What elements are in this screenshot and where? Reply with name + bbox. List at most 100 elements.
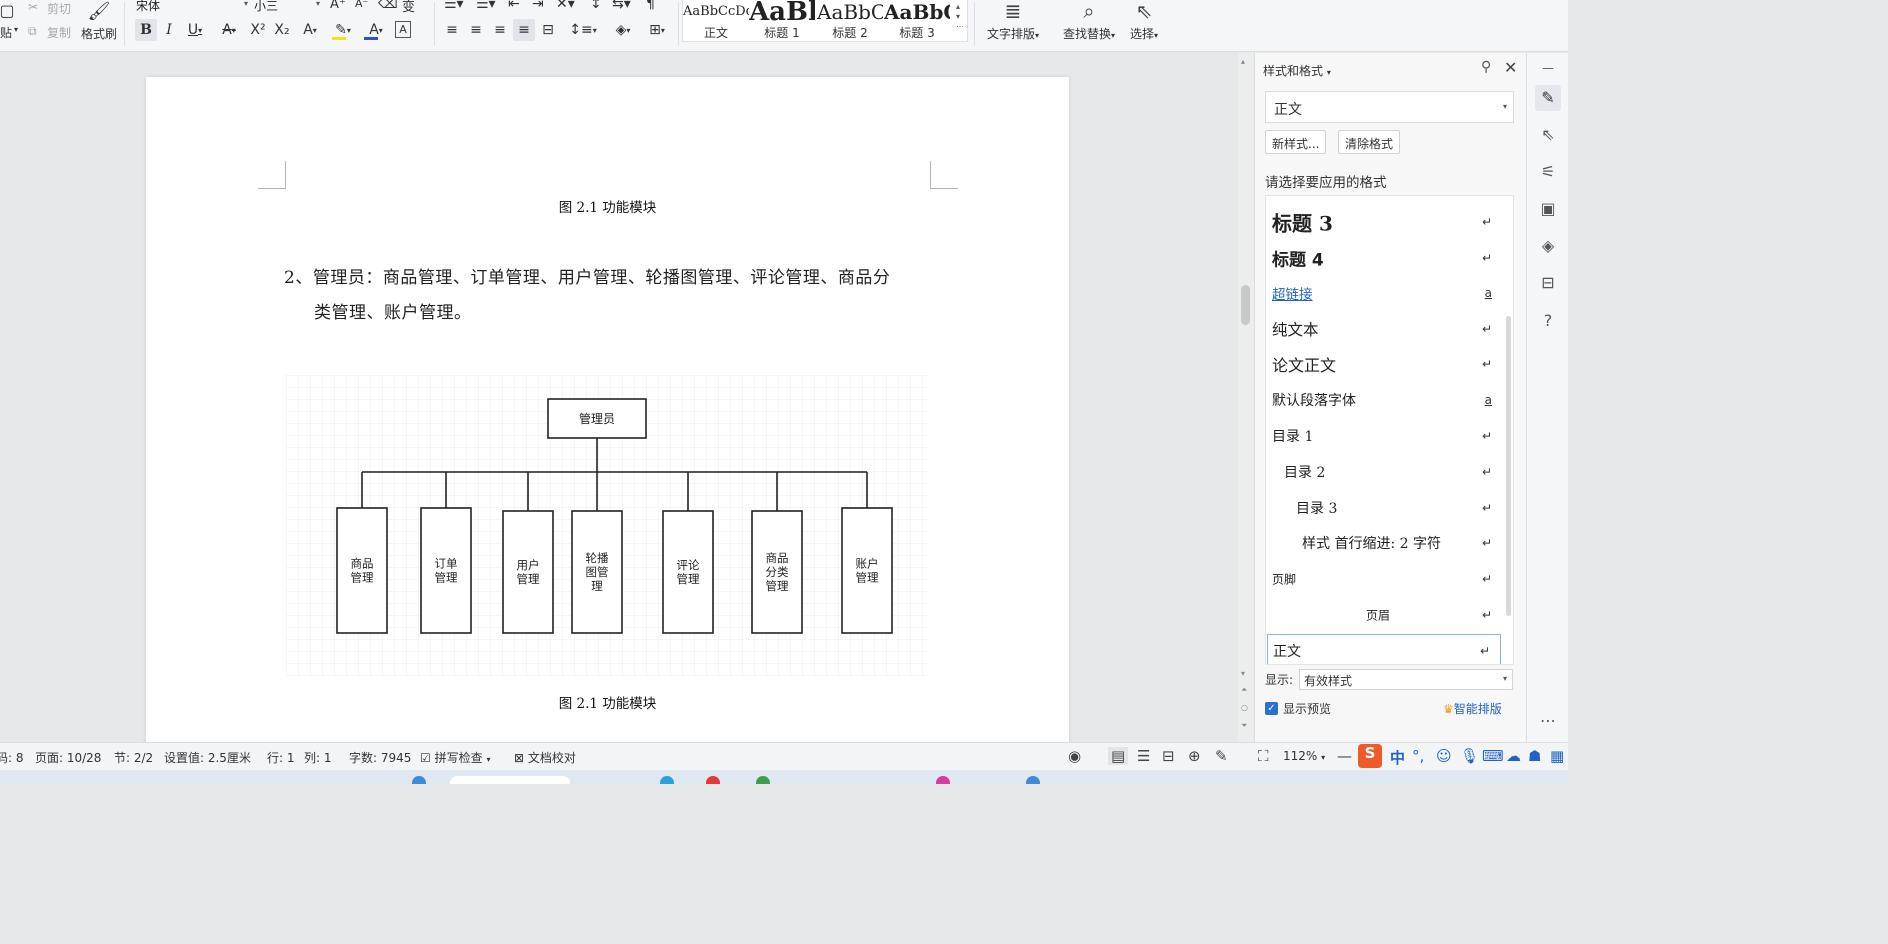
distribute-icon[interactable]: ⊟ — [538, 19, 558, 41]
show-filter-select[interactable]: 有效样式 ▾ — [1299, 669, 1513, 690]
taskbar-app-icon[interactable] — [936, 776, 950, 784]
eye-protect-icon[interactable]: ◉ — [1068, 747, 1081, 765]
more-icon[interactable]: ⋯ — [1535, 708, 1561, 734]
find-replace-button[interactable]: ⌕ 查找替换▾ — [1058, 0, 1120, 46]
cursor-select-icon[interactable]: ⇖ — [1535, 122, 1561, 148]
diagram-root-node[interactable]: 管理员 — [547, 398, 647, 439]
style-item-default-paragraph-font[interactable]: 默认段落字体 a — [1266, 383, 1502, 417]
paste-icon[interactable]: ▢ — [0, 0, 15, 20]
grid-menu-icon[interactable]: ▦ — [1550, 747, 1564, 765]
sort-icon[interactable]: ↕ — [590, 0, 602, 12]
diagram-child-node[interactable]: 商品分类管理 — [751, 510, 803, 634]
char-border-icon[interactable]: A — [395, 21, 411, 38]
style-item-normal[interactable]: 正文 ↵ — [1267, 634, 1501, 664]
punctuation-icon[interactable]: °, — [1412, 747, 1424, 765]
new-style-button[interactable]: 新样式... — [1265, 130, 1327, 154]
proofread-button[interactable]: ⊠ 文档校对 — [514, 749, 576, 766]
style-item-toc1[interactable]: 目录 1 ↵ — [1266, 419, 1502, 453]
taskbar-app-icon[interactable] — [756, 776, 770, 784]
text-layout-button[interactable]: ≣ 文字排版▾ — [982, 0, 1044, 46]
underline-icon[interactable]: U ▾ — [182, 19, 208, 41]
style-gallery-item-normal[interactable]: AaBbCcDd 正文 — [683, 0, 749, 42]
style-item-toc3[interactable]: 目录 3 ↵ — [1266, 491, 1502, 525]
copy-button[interactable]: 复制 — [47, 24, 71, 41]
pin-icon[interactable]: ⚲ — [1481, 59, 1491, 75]
fit-page-icon[interactable]: ⛶ — [1258, 747, 1269, 765]
browse-object-icon[interactable]: ○ — [1241, 703, 1248, 712]
diagram-child-node[interactable]: 商品管理 — [336, 507, 388, 634]
skin-icon[interactable]: ☁ — [1506, 747, 1521, 765]
show-marks-icon[interactable]: ¶ — [646, 0, 655, 12]
phonetic-guide-icon[interactable]: 变 — [402, 0, 415, 15]
numbering-icon[interactable]: ☰▾ — [476, 0, 496, 12]
clear-format-button[interactable]: 清除格式 — [1338, 130, 1401, 154]
zoom-level[interactable]: 112% ▾ — [1283, 749, 1325, 763]
align-right-icon[interactable]: ≡ — [490, 19, 510, 41]
status-word-count[interactable]: 字数: 7945 — [349, 749, 411, 766]
status-row[interactable]: 行: 1 — [267, 749, 295, 766]
prev-page-icon[interactable]: ⏶ — [1241, 685, 1247, 695]
taskbar-search-box[interactable] — [450, 776, 570, 784]
grow-font-icon[interactable]: A⁺ — [330, 0, 346, 12]
show-preview-checkbox[interactable]: ✓ 显示预览 — [1265, 700, 1331, 717]
scroll-up-icon[interactable]: ▴ — [1241, 57, 1245, 66]
taskbar-app-icon[interactable] — [1026, 776, 1040, 784]
document-area[interactable]: 图 2.1 功能模块 2、管理员：商品管理、订单管理、用户管理、轮播图管理、评论… — [0, 53, 1238, 742]
reading-view-icon[interactable]: ⊟ — [1162, 747, 1175, 765]
document-scrollbar[interactable]: ▴ ▾ ⏶ ○ ⏷ — [1238, 53, 1254, 742]
zoom-out-icon[interactable]: — — [1337, 747, 1352, 765]
outline-view-icon[interactable]: ☰ — [1137, 747, 1150, 765]
sliders-icon[interactable]: ⚟ — [1535, 159, 1561, 185]
status-setting[interactable]: 设置值: 2.5厘米 — [164, 749, 251, 766]
diagram-child-node[interactable]: 订单管理 — [420, 507, 472, 634]
compass-icon[interactable]: ◈ — [1535, 233, 1561, 259]
pen-style-icon[interactable]: ✎ — [1535, 85, 1561, 111]
clear-format-icon[interactable]: ⌫ — [378, 0, 398, 12]
web-view-icon[interactable]: ⊕ — [1188, 747, 1201, 765]
format-painter-button[interactable]: 格式刷 — [81, 25, 117, 42]
spell-check-button[interactable]: ☑ 拼写检查 ▾ — [420, 749, 490, 766]
shading-icon[interactable]: ◈ ▾ — [608, 19, 638, 41]
write-mode-icon[interactable]: ✎ — [1215, 747, 1228, 765]
align-center-icon[interactable]: ≡ — [466, 19, 486, 41]
next-page-icon[interactable]: ⏷ — [1241, 721, 1247, 731]
style-item-footer[interactable]: 页脚 ↵ — [1266, 562, 1502, 596]
sogou-ime-icon[interactable]: S — [1358, 744, 1382, 768]
decrease-indent-icon[interactable]: ⇤ — [508, 0, 520, 12]
minimize-panel-icon[interactable]: — — [1535, 55, 1561, 81]
status-col[interactable]: 列: 1 — [304, 749, 332, 766]
select-button[interactable]: ⇖ 选择▾ — [1124, 0, 1164, 46]
body-paragraph[interactable]: 2、管理员：商品管理、订单管理、用户管理、轮播图管理、评论管理、商品分 类管理、… — [284, 261, 934, 331]
font-size-select[interactable]: 小三 ▾ — [252, 0, 322, 15]
diagram-child-node[interactable]: 轮播图管理 — [571, 510, 623, 634]
microphone-icon[interactable]: 🎙 — [1460, 747, 1479, 765]
copy-icon[interactable]: ⧉ — [28, 24, 37, 39]
bullets-icon[interactable]: ☰▾ — [444, 0, 464, 12]
current-style-select[interactable]: 正文 ▾ — [1265, 91, 1514, 123]
chinese-layout-icon[interactable]: ✕▾ — [556, 0, 575, 12]
justify-icon[interactable]: ≡ — [513, 19, 535, 41]
pane-title[interactable]: 样式和格式 ▾ — [1263, 62, 1331, 79]
shrink-font-icon[interactable]: A⁻ — [355, 0, 368, 10]
book-icon[interactable]: ⊟ — [1535, 270, 1561, 296]
status-page[interactable]: 页面: 10/28 — [35, 749, 101, 766]
taskbar-app-icon[interactable] — [412, 776, 426, 784]
align-left-icon[interactable]: ≡ — [442, 19, 462, 41]
image-tools-icon[interactable]: ▣ — [1535, 196, 1561, 222]
emoji-icon[interactable]: ☺ — [1436, 747, 1452, 765]
gallery-more-icon[interactable]: ▴ ▾ ⋯ — [956, 2, 964, 32]
document-page[interactable]: 图 2.1 功能模块 2、管理员：商品管理、订单管理、用户管理、轮播图管理、评论… — [146, 77, 1069, 742]
scrollbar-thumb[interactable] — [1241, 285, 1250, 325]
keyboard-icon[interactable]: ⌨ — [1482, 747, 1504, 765]
style-item-heading4[interactable]: 标题 4 ↵ — [1266, 241, 1502, 275]
help-icon[interactable]: ? — [1535, 308, 1561, 334]
status-section[interactable]: 节: 2/2 — [114, 749, 153, 766]
taskbar-app-icon[interactable] — [706, 776, 720, 784]
smart-layout-button[interactable]: ♛智能排版 — [1443, 700, 1502, 717]
page-view-icon[interactable]: ▤ — [1108, 747, 1129, 765]
superscript-icon[interactable]: X² — [248, 19, 268, 41]
close-icon[interactable]: ✕ — [1504, 58, 1517, 77]
format-painter-icon[interactable]: 🖌 — [88, 0, 111, 22]
paste-button[interactable]: 贴 — [0, 24, 12, 41]
strikethrough-icon[interactable]: A ▾ — [214, 19, 244, 41]
